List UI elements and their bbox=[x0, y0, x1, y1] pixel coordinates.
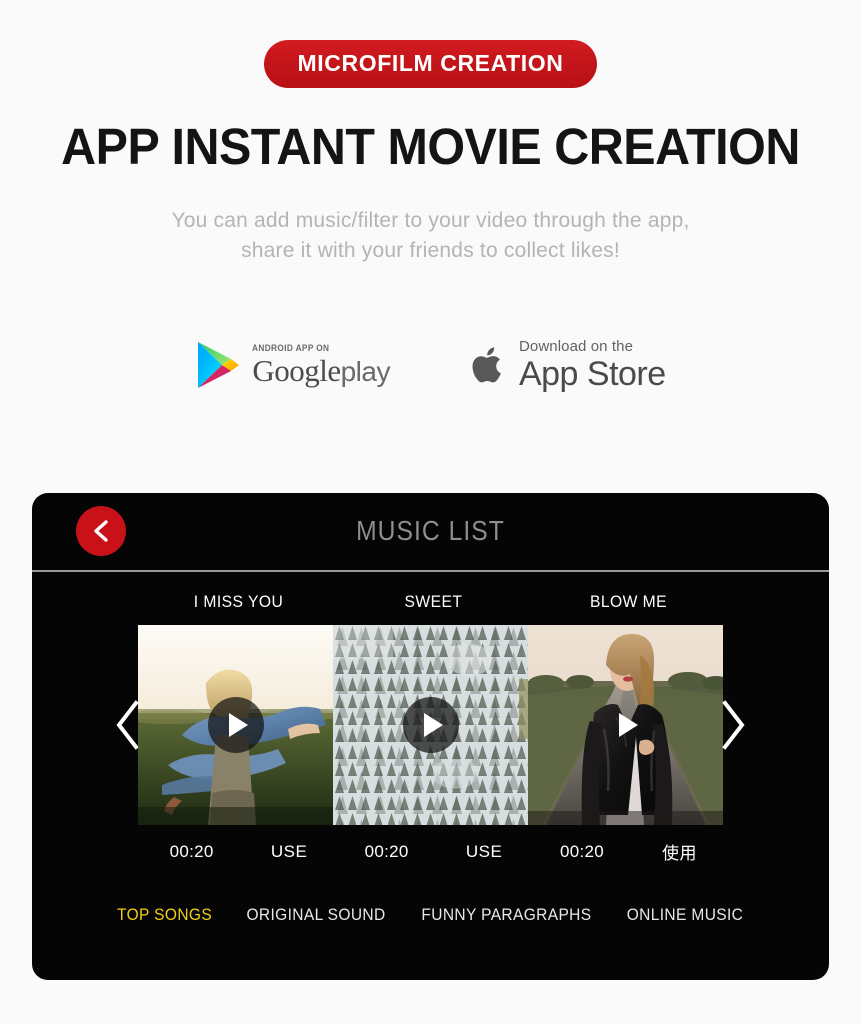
play-button[interactable] bbox=[207, 697, 264, 753]
track-duration: 00:20 bbox=[169, 841, 214, 861]
app-store-small-label: Download on the bbox=[518, 337, 634, 355]
track-duration: 00:20 bbox=[364, 841, 409, 861]
ribbon-badge-wrap: MICROFILM CREATION bbox=[0, 40, 861, 88]
use-track-button[interactable]: USE bbox=[466, 842, 502, 862]
subtitle-line-1: You can add music/filter to your video t… bbox=[171, 209, 690, 232]
google-play-triangle-icon bbox=[198, 341, 240, 388]
carousel-next-button[interactable] bbox=[703, 625, 763, 825]
track-thumbnail[interactable] bbox=[333, 625, 528, 825]
google-play-label: ANDROID APP ON Googleplay bbox=[252, 342, 390, 386]
track-thumbnail[interactable] bbox=[528, 625, 723, 825]
store-badges: ANDROID APP ON Googleplay Download on th… bbox=[0, 339, 861, 391]
page-title: APP INSTANT MOVIE CREATION bbox=[61, 118, 800, 175]
google-play-brand: Googleplay bbox=[252, 355, 390, 386]
music-list-panel: MUSIC LIST I MISS YOU SWEET BLOW ME 00:2… bbox=[32, 493, 829, 980]
track-meta: 00:20 使用 bbox=[531, 839, 726, 864]
panel-title: MUSIC LIST bbox=[356, 515, 505, 546]
app-store-brand: App Store bbox=[518, 354, 666, 393]
apple-logo-icon bbox=[472, 347, 501, 383]
app-store-label: Download on the App Store bbox=[519, 339, 666, 391]
google-play-small-label: ANDROID APP ON bbox=[252, 342, 330, 353]
panel-header: MUSIC LIST bbox=[32, 493, 829, 570]
play-button[interactable] bbox=[598, 697, 654, 753]
chevron-right-icon bbox=[722, 700, 745, 750]
subtitle-line-2: share it with your friends to collect li… bbox=[241, 239, 620, 263]
google-play-suffix: play bbox=[340, 355, 391, 387]
track-title: SWEET bbox=[404, 592, 463, 611]
page-subtitle: You can add music/filter to your video t… bbox=[81, 206, 781, 267]
track-meta: 00:20 USE bbox=[336, 839, 531, 864]
google-play-brand-word: Google bbox=[252, 352, 341, 388]
track-title: I MISS YOU bbox=[193, 592, 284, 611]
tab-top-songs[interactable]: TOP SONGS bbox=[118, 906, 213, 925]
track-title: BLOW ME bbox=[589, 592, 668, 611]
use-track-button[interactable]: 使用 bbox=[662, 839, 697, 864]
track-titles-row: I MISS YOU SWEET BLOW ME bbox=[141, 572, 726, 612]
tab-online-music[interactable]: ONLINE MUSIC bbox=[626, 906, 743, 925]
promo-section: MICROFILM CREATION APP INSTANT MOVIE CRE… bbox=[0, 0, 861, 391]
track-meta-row: 00:20 USE 00:20 USE 00:20 使用 bbox=[141, 825, 726, 864]
play-icon bbox=[423, 713, 443, 737]
tab-original-sound[interactable]: ORIGINAL SOUND bbox=[246, 906, 385, 925]
play-button[interactable] bbox=[402, 697, 459, 753]
play-icon bbox=[618, 713, 638, 737]
play-icon bbox=[228, 713, 248, 737]
track-thumbnail[interactable] bbox=[138, 625, 333, 825]
track-duration: 00:20 bbox=[559, 841, 605, 861]
track-meta: 00:20 USE bbox=[141, 839, 336, 864]
use-track-button[interactable]: USE bbox=[271, 842, 307, 862]
category-tabs: TOP SONGS ORIGINAL SOUND FUNNY PARAGRAPH… bbox=[32, 864, 829, 925]
google-play-badge[interactable]: ANDROID APP ON Googleplay bbox=[195, 340, 390, 390]
tab-funny-paragraphs[interactable]: FUNNY PARAGRAPHS bbox=[421, 906, 591, 925]
thumbnail-strip bbox=[138, 625, 723, 825]
track-carousel bbox=[32, 625, 829, 825]
app-store-badge[interactable]: Download on the App Store bbox=[470, 339, 666, 391]
microfilm-creation-badge: MICROFILM CREATION bbox=[263, 40, 598, 88]
